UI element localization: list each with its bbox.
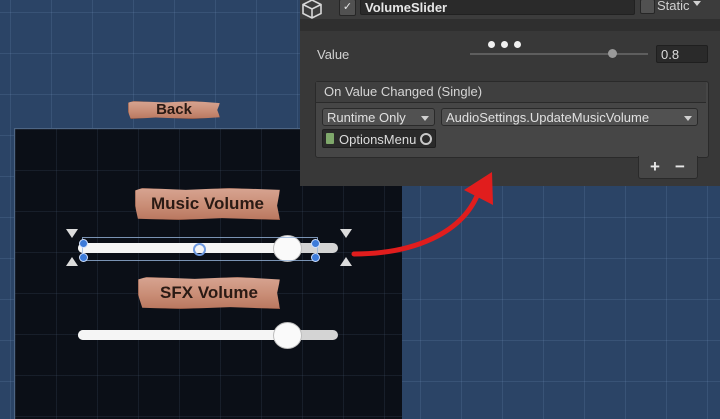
- value-slider-track[interactable]: [470, 53, 648, 55]
- rect-handle-br[interactable]: [311, 253, 320, 262]
- sfx-slider-knob[interactable]: [273, 322, 302, 349]
- anchor-top-left-icon[interactable]: [66, 229, 78, 238]
- runtime-dropdown[interactable]: Runtime Only: [322, 108, 435, 126]
- back-button[interactable]: Back: [128, 101, 220, 119]
- sfx-volume-label: SFX Volume: [138, 277, 280, 309]
- object-name-field[interactable]: VolumeSlider: [360, 0, 635, 15]
- add-listener-button[interactable]: +: [645, 157, 665, 177]
- static-dropdown-icon[interactable]: [693, 1, 701, 6]
- function-dropdown[interactable]: AudioSettings.UpdateMusicVolume: [441, 108, 698, 126]
- rect-handle-tr[interactable]: [311, 239, 320, 248]
- music-volume-label: Music Volume: [135, 188, 280, 220]
- inspector-separator: [300, 19, 720, 31]
- target-object-field[interactable]: OptionsMenu: [322, 129, 436, 148]
- rect-handle-tl[interactable]: [79, 239, 88, 248]
- sfx-volume-slider[interactable]: [78, 322, 338, 349]
- static-checkbox[interactable]: [640, 0, 655, 14]
- chevron-down-icon: [421, 116, 429, 121]
- active-checkbox[interactable]: ✓: [339, 0, 356, 16]
- sfx-slider-fill: [78, 330, 286, 340]
- more-dots-icon: [488, 35, 527, 53]
- value-slider-knob[interactable]: [607, 49, 617, 58]
- value-field[interactable]: 0.8: [656, 45, 708, 63]
- event-title: On Value Changed (Single): [324, 84, 483, 99]
- function-dropdown-label: AudioSettings.UpdateMusicVolume: [446, 110, 650, 125]
- chevron-down-icon: [684, 116, 692, 121]
- static-label: Static: [657, 0, 690, 13]
- script-icon: [326, 133, 334, 144]
- anchor-bottom-left-icon[interactable]: [66, 257, 78, 266]
- red-arrow-annotation: [351, 172, 493, 257]
- rect-handle-bl[interactable]: [79, 253, 88, 262]
- remove-listener-button[interactable]: −: [670, 157, 690, 177]
- value-label: Value: [317, 47, 350, 62]
- runtime-dropdown-label: Runtime Only: [327, 110, 406, 125]
- cube-icon: [302, 0, 322, 19]
- object-picker-icon[interactable]: [420, 133, 432, 145]
- pivot-icon[interactable]: [193, 243, 206, 256]
